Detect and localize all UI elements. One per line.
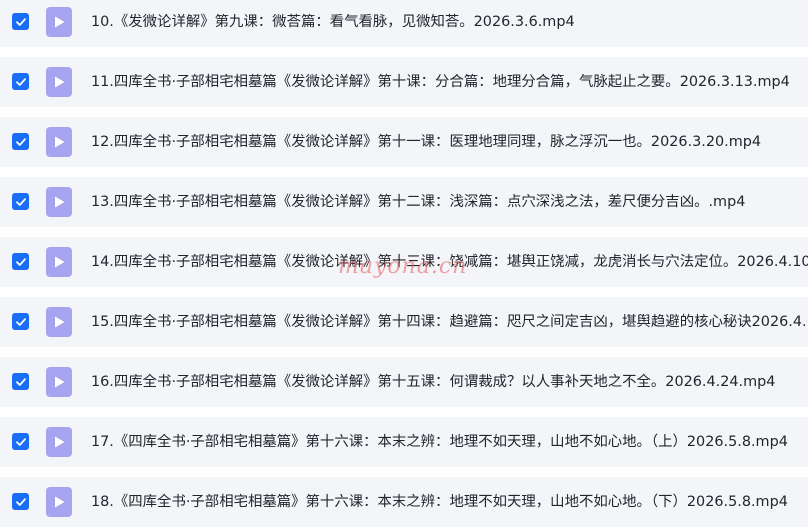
checkbox[interactable] <box>12 433 29 450</box>
checkbox[interactable] <box>12 253 29 270</box>
file-name[interactable]: 16.四库全书·子部相宅相墓篇《发微论详解》第十五课：何谓裁成？以人事补天地之不… <box>91 372 775 392</box>
checkmark-icon <box>15 137 26 146</box>
video-file-icon <box>46 427 72 457</box>
checkmark-icon <box>15 497 26 506</box>
file-name[interactable]: 18.《四库全书·子部相宅相墓篇》第十六课：本末之辨：地理不如天理，山地不如心地… <box>91 492 788 512</box>
checkbox[interactable] <box>12 313 29 330</box>
play-icon <box>54 196 64 208</box>
play-icon <box>54 316 64 328</box>
list-item[interactable]: 15.四库全书·子部相宅相墓篇《发微论详解》第十四课：趋避篇：咫尺之间定吉凶，堪… <box>0 297 808 347</box>
list-item[interactable]: 14.四库全书·子部相宅相墓篇《发微论详解》第十三课：饶减篇：堪舆正饶减，龙虎消… <box>0 237 808 287</box>
play-icon <box>54 436 64 448</box>
video-file-icon <box>46 367 72 397</box>
list-item[interactable]: 13.四库全书·子部相宅相墓篇《发微论详解》第十二课：浅深篇：点穴深浅之法，差尺… <box>0 177 808 227</box>
play-icon <box>54 256 64 268</box>
video-file-icon <box>46 247 72 277</box>
checkbox[interactable] <box>12 133 29 150</box>
video-file-icon <box>46 127 72 157</box>
list-item[interactable]: 17.《四库全书·子部相宅相墓篇》第十六课：本末之辨：地理不如天理，山地不如心地… <box>0 417 808 467</box>
checkmark-icon <box>15 77 26 86</box>
play-icon <box>54 496 64 508</box>
checkbox[interactable] <box>12 193 29 210</box>
list-item[interactable]: 10.《发微论详解》第九课：微荅篇：看气看脉，见微知荅。2026.3.6.mp4 <box>0 0 808 47</box>
list-item[interactable]: 18.《四库全书·子部相宅相墓篇》第十六课：本末之辨：地理不如天理，山地不如心地… <box>0 477 808 527</box>
checkmark-icon <box>15 197 26 206</box>
checkbox[interactable] <box>12 373 29 390</box>
play-icon <box>54 76 64 88</box>
checkmark-icon <box>15 437 26 446</box>
file-name[interactable]: 14.四库全书·子部相宅相墓篇《发微论详解》第十三课：饶减篇：堪舆正饶减，龙虎消… <box>91 252 808 272</box>
video-file-icon <box>46 487 72 517</box>
checkbox[interactable] <box>12 493 29 510</box>
play-icon <box>54 376 64 388</box>
video-file-icon <box>46 307 72 337</box>
list-item[interactable]: 11.四库全书·子部相宅相墓篇《发微论详解》第十课：分合篇：地理分合篇，气脉起止… <box>0 57 808 107</box>
video-file-icon <box>46 187 72 217</box>
video-file-icon <box>46 7 72 37</box>
file-name[interactable]: 15.四库全书·子部相宅相墓篇《发微论详解》第十四课：趋避篇：咫尺之间定吉凶，堪… <box>91 312 808 332</box>
file-name[interactable]: 11.四库全书·子部相宅相墓篇《发微论详解》第十课：分合篇：地理分合篇，气脉起止… <box>91 72 790 92</box>
video-file-icon <box>46 67 72 97</box>
file-name[interactable]: 13.四库全书·子部相宅相墓篇《发微论详解》第十二课：浅深篇：点穴深浅之法，差尺… <box>91 192 745 212</box>
checkmark-icon <box>15 317 26 326</box>
file-name[interactable]: 17.《四库全书·子部相宅相墓篇》第十六课：本末之辨：地理不如天理，山地不如心地… <box>91 432 788 452</box>
checkmark-icon <box>15 377 26 386</box>
list-item[interactable]: 16.四库全书·子部相宅相墓篇《发微论详解》第十五课：何谓裁成？以人事补天地之不… <box>0 357 808 407</box>
list-item[interactable]: 12.四库全书·子部相宅相墓篇《发微论详解》第十一课：医理地理同理，脉之浮沉一也… <box>0 117 808 167</box>
play-icon <box>54 16 64 28</box>
play-icon <box>54 136 64 148</box>
checkmark-icon <box>15 257 26 266</box>
file-list: 10.《发微论详解》第九课：微荅篇：看气看脉，见微知荅。2026.3.6.mp4… <box>0 0 808 530</box>
checkbox[interactable] <box>12 73 29 90</box>
file-name[interactable]: 10.《发微论详解》第九课：微荅篇：看气看脉，见微知荅。2026.3.6.mp4 <box>91 12 575 32</box>
file-name[interactable]: 12.四库全书·子部相宅相墓篇《发微论详解》第十一课：医理地理同理，脉之浮沉一也… <box>91 132 761 152</box>
checkbox[interactable] <box>12 13 29 30</box>
checkmark-icon <box>15 17 26 26</box>
